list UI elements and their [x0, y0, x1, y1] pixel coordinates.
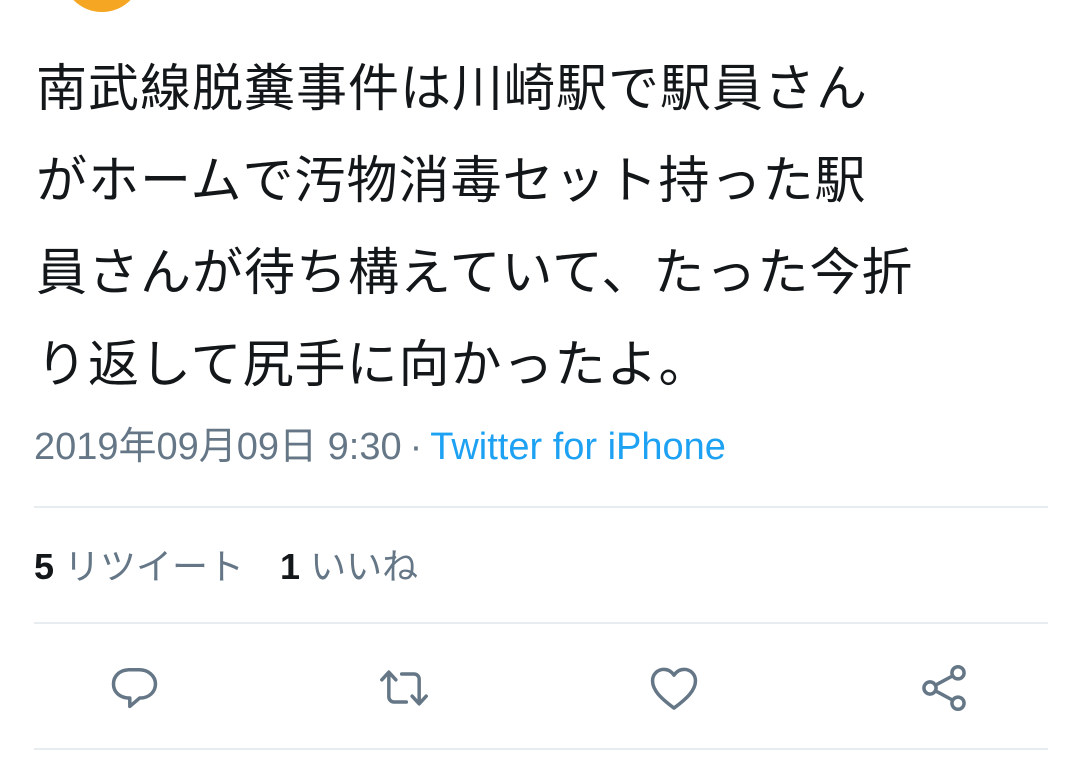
tweet-timestamp[interactable]: 2019年09月09日 9:30	[34, 426, 402, 468]
retweet-arrows-icon	[380, 670, 428, 706]
retweets-count: 5	[34, 546, 55, 587]
retweets-stat[interactable]: 5 リツイート	[34, 546, 245, 588]
retweets-label: リツイート	[64, 547, 245, 588]
tweet-text: 南武線脱糞事件は川崎駅で駅員さん がホームで汚物消毒セット持った駅 員さんが待ち…	[36, 60, 914, 395]
speech-bubble-icon	[111, 668, 158, 709]
divider	[34, 622, 1048, 624]
tweet-stats: 5 リツイート 1 いいね	[34, 544, 418, 591]
tweet-source-link[interactable]: Twitter for iPhone	[430, 426, 726, 468]
meta-separator: ·	[409, 426, 423, 468]
share-nodes-icon	[922, 665, 966, 711]
reply-button[interactable]	[106, 660, 162, 716]
retweet-button[interactable]	[376, 660, 432, 716]
likes-count: 1	[280, 546, 301, 587]
share-button[interactable]	[916, 660, 972, 716]
likes-label: いいね	[310, 547, 419, 588]
avatar[interactable]	[62, 0, 142, 12]
divider	[34, 748, 1048, 750]
heart-icon	[650, 667, 698, 710]
divider	[34, 506, 1048, 508]
likes-stat[interactable]: 1 いいね	[280, 546, 419, 588]
like-button[interactable]	[646, 660, 702, 716]
tweet-meta: 2019年09月09日 9:30 · Twitter for iPhone	[34, 424, 726, 470]
